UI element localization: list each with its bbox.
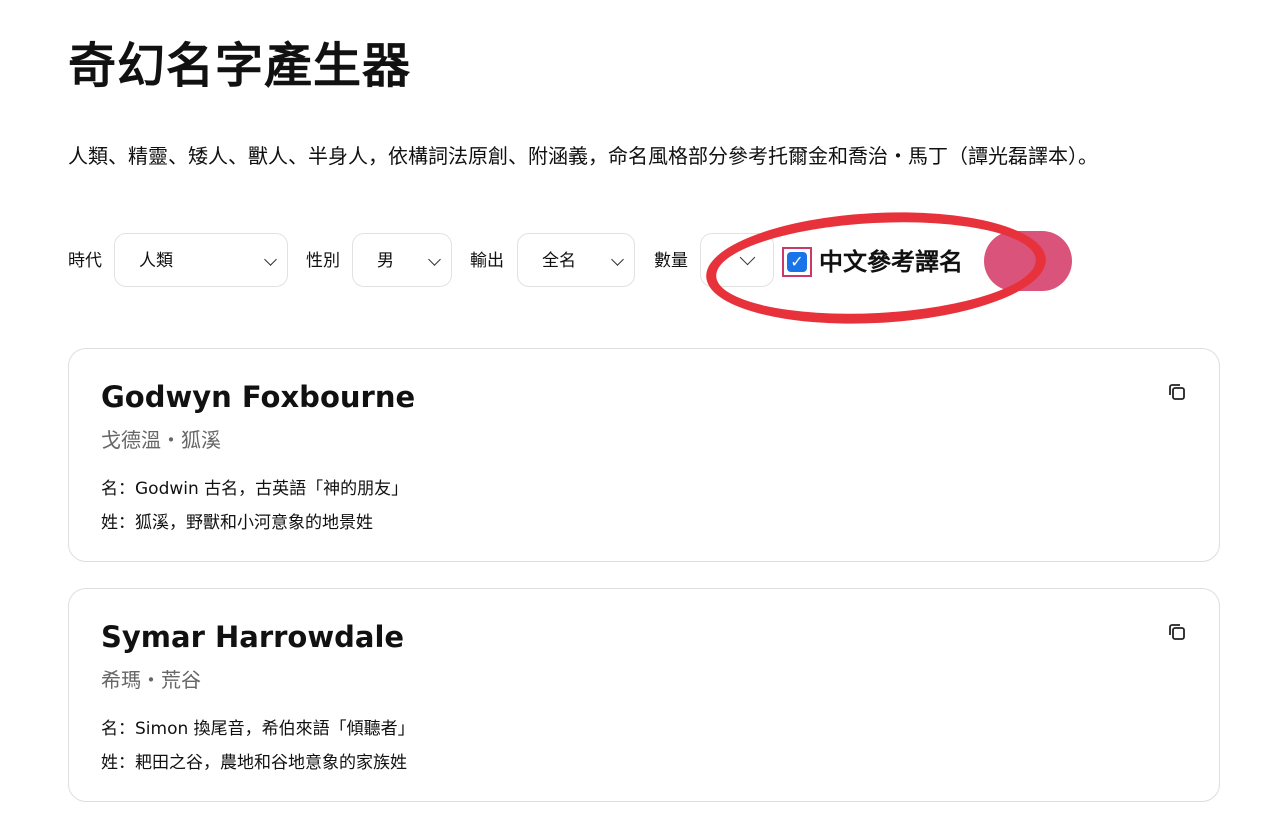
result-given-note: 名：Godwin 古名，古英語「神的朋友」 [101, 479, 409, 499]
chinese-ref-checkbox[interactable]: ✓ [782, 247, 812, 277]
copy-icon [1169, 624, 1185, 640]
controls-bar: 時代 人類 性別 男 輸出 全名 數量 ✓ 中文參考譯名 [68, 231, 1078, 291]
result-translation: 戈德溫・狐溪 [101, 428, 221, 452]
result-card: Godwyn Foxbourne 戈德溫・狐溪 名：Godwin 古名，古英語「… [68, 348, 1220, 562]
copy-icon [1169, 384, 1185, 400]
count-label: 數量 [654, 251, 688, 271]
gender-select-value: 男 [377, 251, 394, 271]
checkmark-icon: ✓ [787, 252, 807, 272]
chevron-down-icon [428, 253, 441, 266]
copy-button[interactable] [1165, 621, 1189, 645]
era-select[interactable]: 人類 [114, 233, 288, 287]
copy-button[interactable] [1165, 381, 1189, 405]
result-translation: 希瑪・荒谷 [101, 668, 201, 692]
result-surname-note: 姓：狐溪，野獸和小河意象的地景姓 [101, 513, 373, 533]
gender-select[interactable]: 男 [352, 233, 452, 287]
page-description: 人類、精靈、矮人、獸人、半身人，依構詞法原創、附涵義，命名風格部分參考托爾金和喬… [68, 144, 1098, 168]
era-select-value: 人類 [139, 251, 173, 271]
chevron-down-icon [611, 253, 624, 266]
chevron-down-icon [739, 249, 756, 266]
page: 奇幻名字產生器 人類、精靈、矮人、獸人、半身人，依構詞法原創、附涵義，命名風格部… [0, 0, 1280, 824]
output-label: 輸出 [470, 251, 504, 271]
generate-button[interactable] [984, 231, 1072, 291]
gender-label: 性別 [306, 251, 340, 271]
result-given-note: 名：Simon 換尾音，希伯來語「傾聽者」 [101, 719, 415, 739]
result-name: Symar Harrowdale [101, 620, 405, 654]
result-name: Godwyn Foxbourne [101, 380, 416, 414]
result-surname-note: 姓：耙田之谷，農地和谷地意象的家族姓 [101, 753, 407, 773]
output-select-value: 全名 [542, 251, 576, 271]
era-label: 時代 [68, 251, 102, 271]
count-select[interactable] [700, 233, 774, 287]
output-select[interactable]: 全名 [517, 233, 635, 287]
result-card: Symar Harrowdale 希瑪・荒谷 名：Simon 換尾音，希伯來語「… [68, 588, 1220, 802]
page-title: 奇幻名字產生器 [68, 38, 412, 94]
chinese-ref-label: 中文參考譯名 [819, 248, 963, 276]
chevron-down-icon [264, 253, 277, 266]
